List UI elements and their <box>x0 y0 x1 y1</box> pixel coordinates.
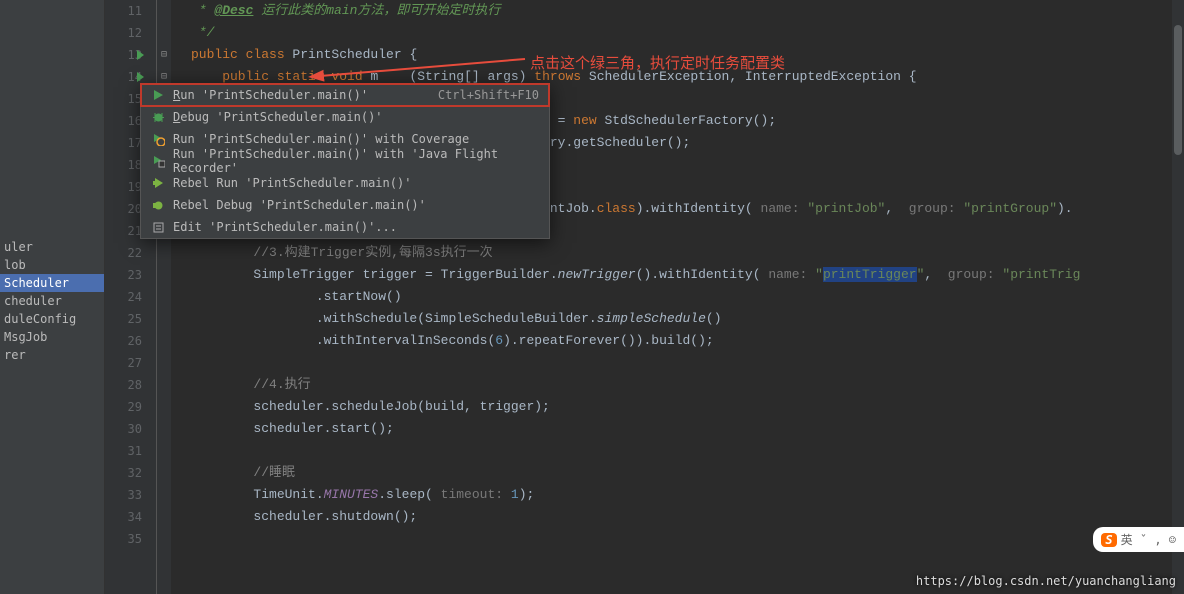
menu-item-label: Run 'PrintScheduler.main()' with 'Java F… <box>173 147 539 175</box>
watermark: https://blog.csdn.net/yuanchangliang <box>916 574 1176 588</box>
context-menu-item[interactable]: Run 'PrintScheduler.main()' with 'Java F… <box>141 150 549 172</box>
annotation-text: 点击这个绿三角，执行定时任务配置类 <box>530 52 785 73</box>
context-menu-item[interactable]: Rebel Debug 'PrintScheduler.main()' <box>141 194 549 216</box>
project-sidebar[interactable]: ulerlobSchedulerchedulerduleConfigMsgJob… <box>0 0 105 594</box>
line-number[interactable]: 15 <box>105 88 142 110</box>
sidebar-item[interactable]: uler <box>0 238 104 256</box>
run-gutter-icon[interactable] <box>137 50 144 60</box>
sidebar-item[interactable]: MsgJob <box>0 328 104 346</box>
line-number[interactable]: 28 <box>105 374 142 396</box>
code-line[interactable]: .startNow() <box>191 286 1184 308</box>
run-context-menu[interactable]: Run 'PrintScheduler.main()'Ctrl+Shift+F1… <box>140 83 550 239</box>
coverage-icon <box>151 132 165 146</box>
line-number[interactable]: 35 <box>105 528 142 550</box>
scrollbar-thumb[interactable] <box>1174 25 1182 155</box>
line-number[interactable]: 25 <box>105 308 142 330</box>
line-number[interactable]: 23 <box>105 264 142 286</box>
edit-icon <box>151 220 165 234</box>
line-number[interactable]: 26 <box>105 330 142 352</box>
sidebar-item[interactable]: lob <box>0 256 104 274</box>
line-number[interactable]: 20 <box>105 198 142 220</box>
code-line[interactable]: //3.构建Trigger实例,每隔3s执行一次 <box>191 242 1184 264</box>
flight-icon <box>151 154 165 168</box>
code-line[interactable]: scheduler.scheduleJob(build, trigger); <box>191 396 1184 418</box>
sidebar-item[interactable]: duleConfig <box>0 310 104 328</box>
annotation-arrow <box>300 34 540 94</box>
code-line[interactable]: TimeUnit.MINUTES.sleep( timeout: 1); <box>191 484 1184 506</box>
line-number[interactable]: 11 <box>105 0 142 22</box>
menu-item-label: Edit 'PrintScheduler.main()'... <box>173 220 539 234</box>
code-line[interactable] <box>191 528 1184 550</box>
menu-item-label: Rebel Debug 'PrintScheduler.main()' <box>173 198 539 212</box>
line-number[interactable]: 13 <box>105 44 142 66</box>
line-number[interactable]: 12 <box>105 22 142 44</box>
run-gutter-icon[interactable] <box>137 72 144 82</box>
line-number[interactable]: 29 <box>105 396 142 418</box>
line-number[interactable]: 34 <box>105 506 142 528</box>
line-number[interactable]: 18 <box>105 154 142 176</box>
code-line[interactable]: .withIntervalInSeconds(6).repeatForever(… <box>191 330 1184 352</box>
line-number[interactable]: 27 <box>105 352 142 374</box>
context-menu-item[interactable]: Debug 'PrintScheduler.main()' <box>141 106 549 128</box>
sidebar-item[interactable]: cheduler <box>0 292 104 310</box>
line-number[interactable]: 21 <box>105 220 142 242</box>
line-number[interactable]: 22 <box>105 242 142 264</box>
code-line[interactable]: scheduler.shutdown(); <box>191 506 1184 528</box>
line-number[interactable]: 16 <box>105 110 142 132</box>
context-menu-item[interactable]: Edit 'PrintScheduler.main()'... <box>141 216 549 238</box>
code-line[interactable]: scheduler.start(); <box>191 418 1184 440</box>
code-line[interactable]: //4.执行 <box>191 374 1184 396</box>
code-line[interactable] <box>191 352 1184 374</box>
ime-logo-icon: S <box>1101 533 1116 547</box>
line-number[interactable]: 24 <box>105 286 142 308</box>
line-number[interactable]: 19 <box>105 176 142 198</box>
code-line[interactable] <box>191 440 1184 462</box>
menu-item-label: Rebel Run 'PrintScheduler.main()' <box>173 176 539 190</box>
code-line[interactable]: .withSchedule(SimpleScheduleBuilder.simp… <box>191 308 1184 330</box>
context-menu-item[interactable]: Rebel Run 'PrintScheduler.main()' <box>141 172 549 194</box>
line-number[interactable]: 33 <box>105 484 142 506</box>
vertical-scrollbar[interactable] <box>1172 0 1184 594</box>
sidebar-item[interactable]: Scheduler <box>0 274 104 292</box>
line-number[interactable]: 17 <box>105 132 142 154</box>
line-number[interactable]: 32 <box>105 462 142 484</box>
menu-item-label: Run 'PrintScheduler.main()' with Coverag… <box>173 132 539 146</box>
line-number[interactable]: 31 <box>105 440 142 462</box>
ime-indicator[interactable]: S 英 ˇ , ☺ <box>1093 527 1184 552</box>
code-line[interactable]: SimpleTrigger trigger = TriggerBuilder.n… <box>191 264 1184 286</box>
ime-text: 英 ˇ , ☺ <box>1121 531 1176 548</box>
debug-icon <box>151 110 165 124</box>
line-number[interactable]: 14 <box>105 66 142 88</box>
rebel-run-icon <box>151 176 165 190</box>
play-icon <box>151 88 165 102</box>
line-number[interactable]: 30 <box>105 418 142 440</box>
rebel-debug-icon <box>151 198 165 212</box>
menu-item-label: Debug 'PrintScheduler.main()' <box>173 110 539 124</box>
sidebar-item[interactable]: rer <box>0 346 104 364</box>
code-line[interactable]: //睡眠 <box>191 462 1184 484</box>
code-line[interactable]: * @Desc 运行此类的main方法，即可开始定时执行 <box>191 0 1184 22</box>
